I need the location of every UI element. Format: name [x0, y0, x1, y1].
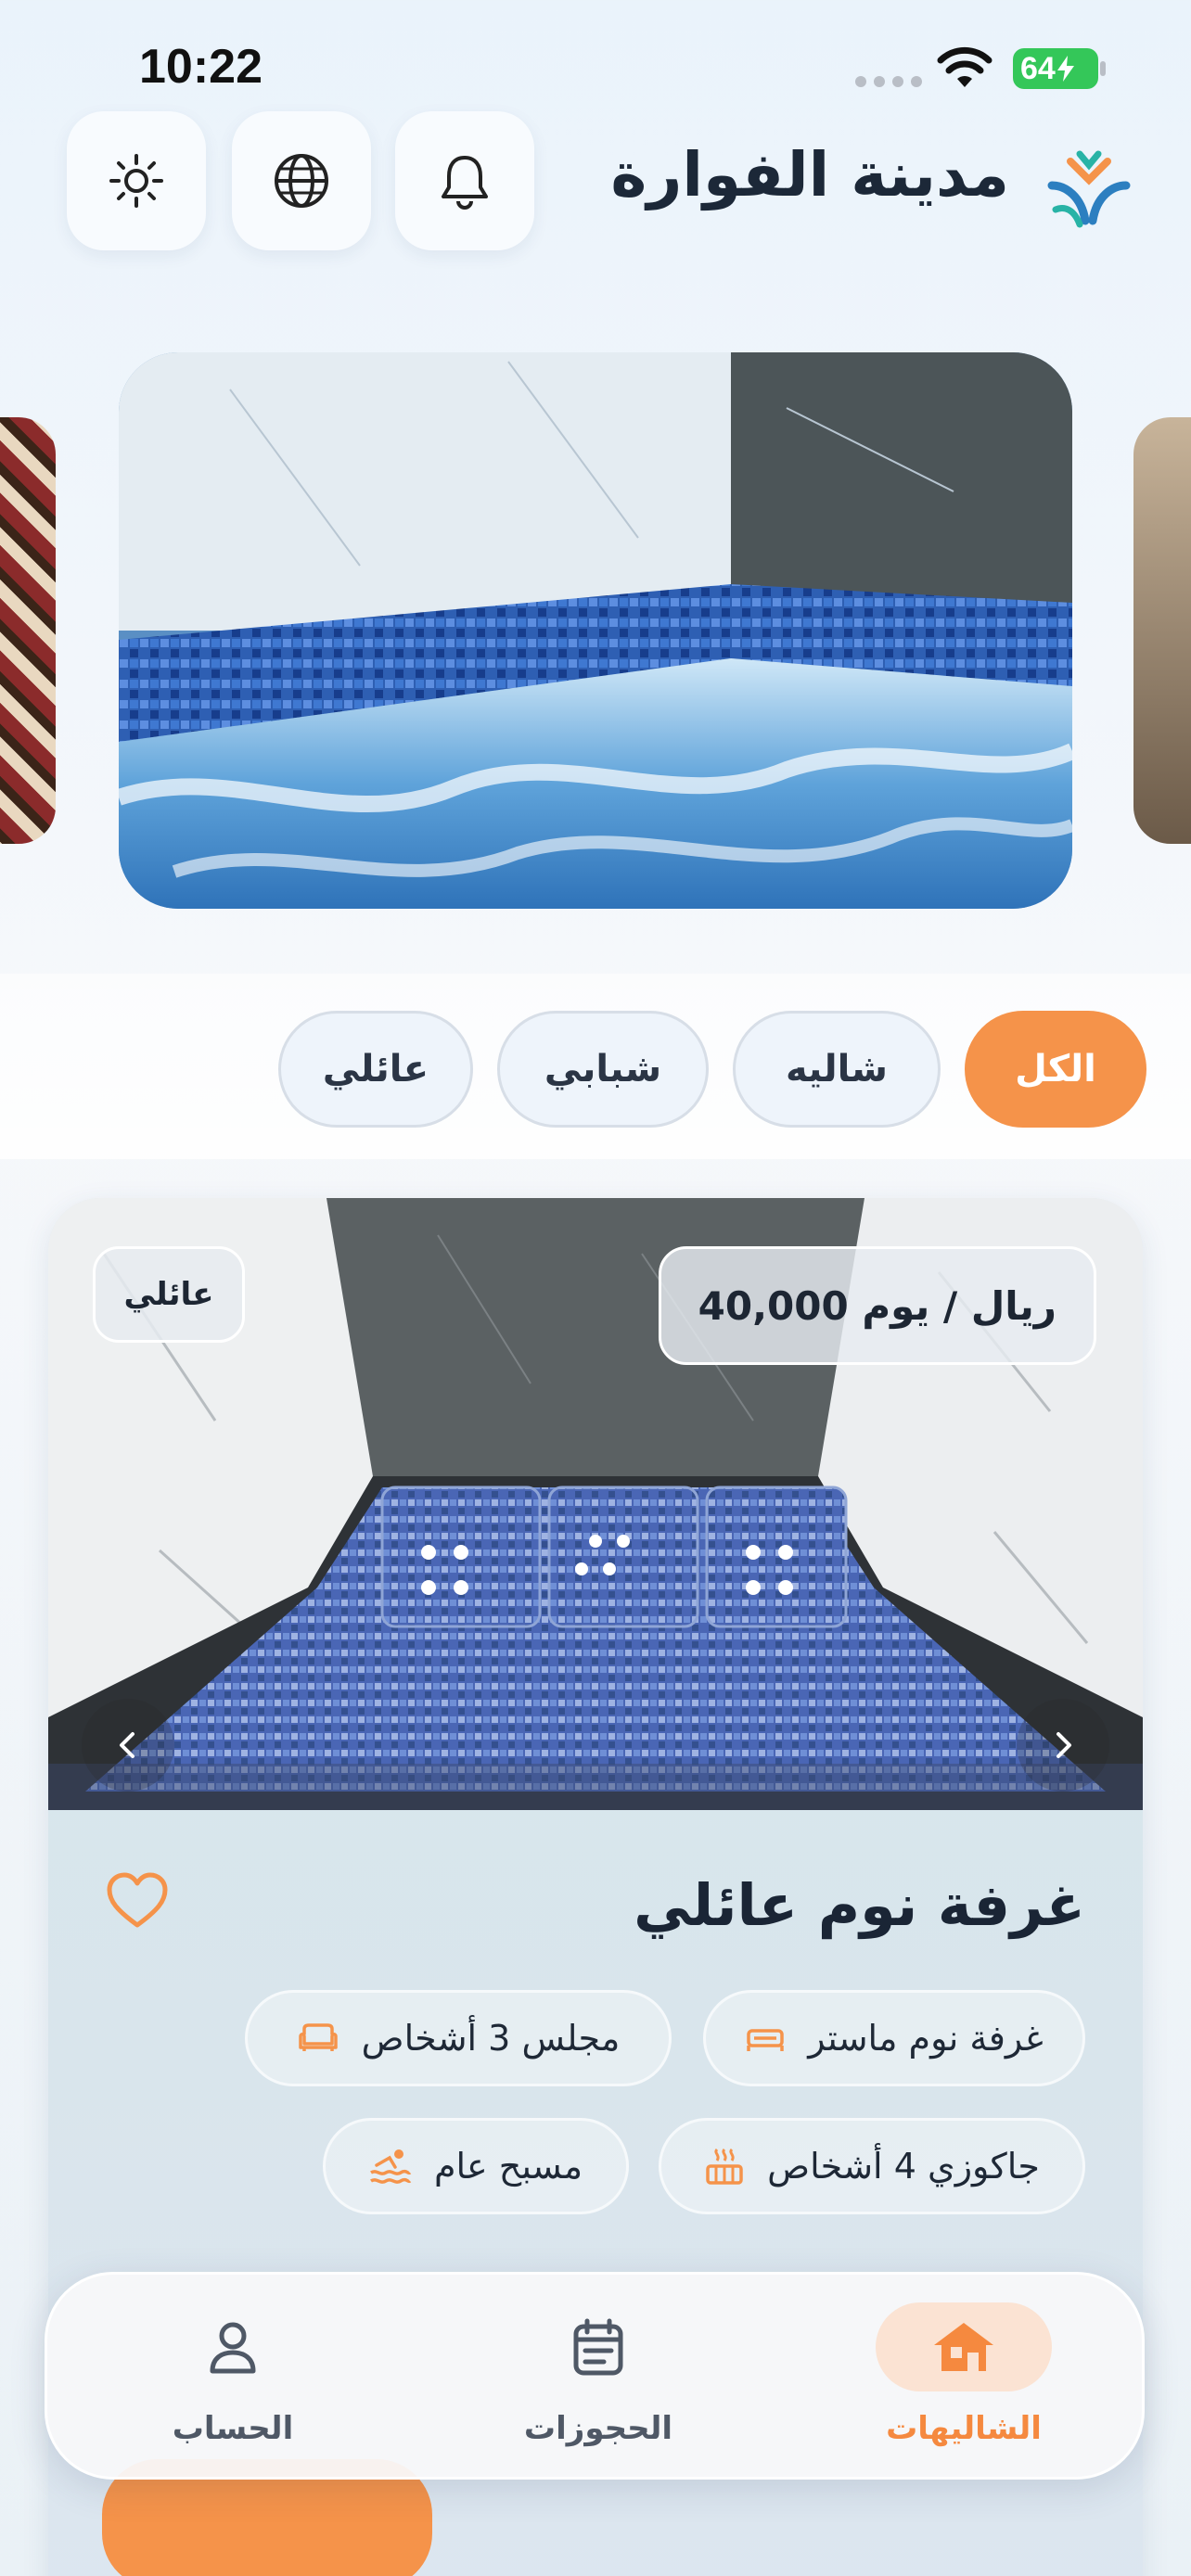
bottom-tab-bar: الشاليهات الحجوزات الحساب: [45, 2272, 1145, 2480]
sun-icon: [109, 154, 163, 208]
tab-label: الحجوزات: [523, 2410, 673, 2447]
category-filters: الكل شاليه شبابي عائلي: [0, 974, 1191, 1159]
notifications-button[interactable]: [395, 111, 534, 250]
app-title: مدينة الفوارة: [610, 139, 1009, 210]
jacuzzi-photo: [119, 352, 1072, 909]
status-time: 10:22: [139, 40, 263, 94]
favorite-heart-icon[interactable]: [104, 1868, 171, 1934]
cellular-signal-icon: [855, 76, 922, 87]
user-icon: [210, 2322, 256, 2374]
swimming-icon: [369, 2149, 412, 2184]
bell-icon: [442, 156, 488, 210]
carousel-slide-current[interactable]: [119, 352, 1072, 909]
charging-bolt-icon: [1057, 56, 1074, 82]
sofa-icon: [298, 2023, 338, 2051]
tab-icon-container: [145, 2302, 321, 2391]
tab-icon-container: [876, 2302, 1052, 2391]
price-badge: 40,000 ريال / يوم: [658, 1246, 1096, 1365]
feature-master-bedroom: غرفة نوم ماستر: [703, 1990, 1085, 2086]
tab-label: الشاليهات: [886, 2410, 1042, 2447]
feature-label: جاكوزي 4 أشخاص: [767, 2146, 1040, 2187]
calendar-icon: [573, 2318, 623, 2376]
tab-label: الحساب: [172, 2410, 294, 2447]
chevron-left-icon: [120, 1732, 134, 1758]
globe-icon: [275, 154, 328, 208]
tab-bookings[interactable]: الحجوزات: [478, 2302, 719, 2460]
filter-chip-family[interactable]: عائلي: [278, 1011, 473, 1128]
category-badge: عائلي: [93, 1246, 245, 1343]
listing-title: غرفة نوم عائلي: [634, 1871, 1085, 1939]
filter-chip-chalet[interactable]: شاليه: [733, 1011, 941, 1128]
listing-photo[interactable]: 40,000 ريال / يوم عائلي: [48, 1198, 1143, 1810]
brand-logo: [1047, 150, 1131, 228]
previous-photo-button[interactable]: [82, 1699, 174, 1792]
feature-label: غرفة نوم ماستر: [808, 2018, 1044, 2059]
app-header: مدينة الفوارة: [0, 111, 1191, 260]
wifi-icon: [937, 46, 992, 87]
chevron-right-icon: [1057, 1732, 1071, 1758]
carousel-slide-next[interactable]: [1133, 417, 1191, 844]
battery-level: 64: [1020, 50, 1056, 86]
tab-icon-container: [510, 2302, 686, 2391]
feature-label: مسبح عام: [433, 2146, 583, 2187]
feature-label: مجلس 3 أشخاص: [361, 2018, 621, 2059]
feature-public-pool: مسبح عام: [323, 2118, 629, 2214]
filter-chip-youth[interactable]: شبابي: [497, 1011, 709, 1128]
next-photo-button[interactable]: [1017, 1699, 1109, 1792]
battery-indicator: 64: [1013, 48, 1098, 89]
featured-carousel[interactable]: [0, 352, 1191, 909]
bed-icon: [747, 2029, 785, 2051]
feature-jacuzzi: جاكوزي 4 أشخاص: [659, 2118, 1085, 2214]
language-button[interactable]: [232, 111, 371, 250]
carousel-slide-previous[interactable]: [0, 417, 56, 844]
home-icon: [934, 2323, 993, 2371]
battery-tip: [1100, 61, 1106, 76]
filter-chip-all[interactable]: الكل: [965, 1011, 1146, 1128]
hot-tub-icon: [706, 2148, 743, 2185]
theme-toggle-button[interactable]: [67, 111, 206, 250]
feature-majlis: مجلس 3 أشخاص: [245, 1990, 672, 2086]
tab-chalets[interactable]: الشاليهات: [843, 2302, 1084, 2460]
tab-account[interactable]: الحساب: [112, 2302, 353, 2460]
